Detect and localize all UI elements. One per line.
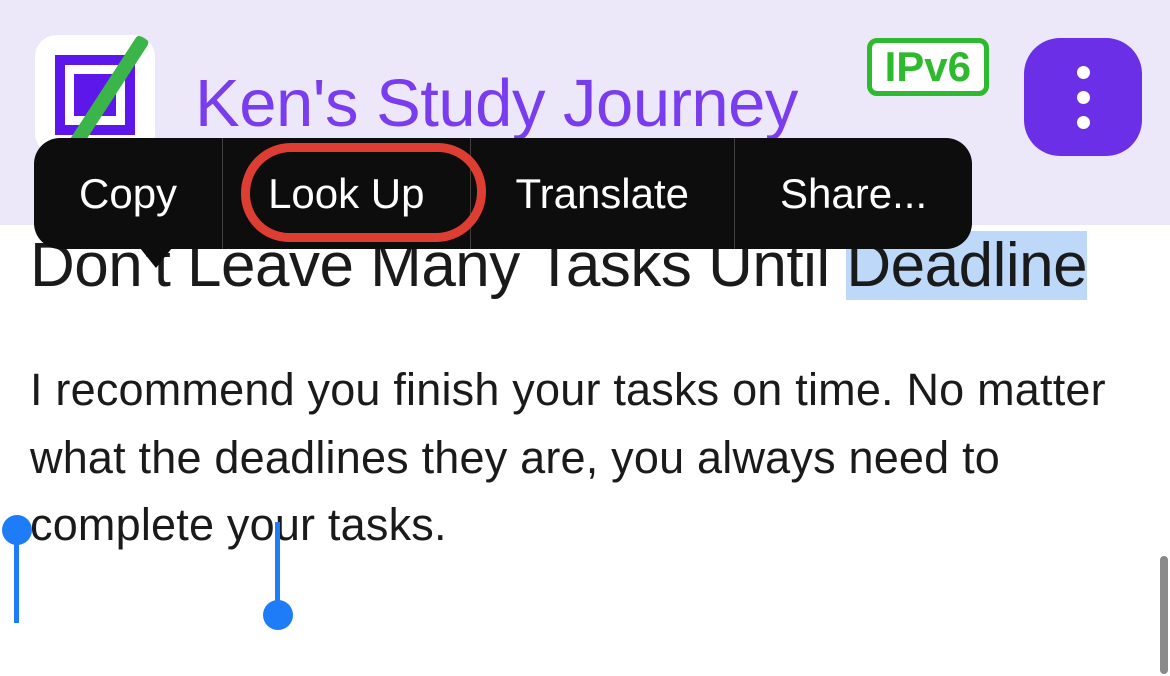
site-title[interactable]: Ken's Study Journey [195,65,798,142]
context-menu-label: Look Up [268,170,424,218]
context-menu-label: Share... [780,170,927,218]
context-menu-lookup[interactable]: Look Up [223,138,470,249]
text-selection-context-menu: Copy Look Up Translate Share... [34,138,972,249]
site-logo[interactable] [35,35,155,155]
article-paragraph: I recommend you finish your tasks on tim… [30,356,1140,559]
selection-handle-start[interactable] [14,515,32,623]
article-content: Don't Leave Many Tasks Until Deadline I … [0,225,1170,559]
scrollbar[interactable] [1160,556,1168,674]
context-menu-translate[interactable]: Translate [471,138,736,249]
context-menu-copy[interactable]: Copy [34,138,223,249]
context-menu-share[interactable]: Share... [735,138,972,249]
context-menu-pointer-icon [140,248,172,268]
menu-button[interactable] [1024,38,1142,156]
context-menu-label: Translate [516,170,690,218]
selection-handle-end[interactable] [275,522,293,630]
kebab-menu-icon [1077,66,1090,129]
ipv6-badge: IPv6 [867,38,989,96]
context-menu-label: Copy [79,170,177,218]
